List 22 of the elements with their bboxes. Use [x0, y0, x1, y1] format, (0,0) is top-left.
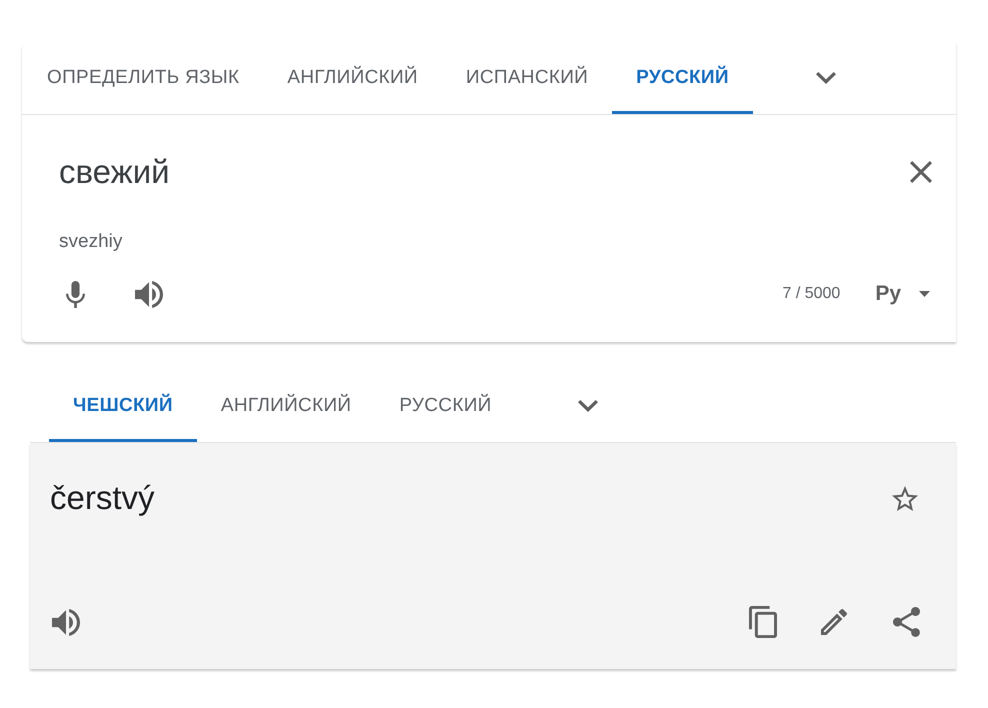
speaker-icon[interactable] — [135, 280, 163, 308]
dropdown-triangle-icon[interactable] — [919, 291, 930, 297]
input-tools-button[interactable]: Ру — [875, 282, 901, 306]
chevron-down-icon[interactable] — [578, 400, 598, 412]
chevron-down-icon[interactable] — [816, 72, 836, 84]
microphone-icon[interactable] — [66, 280, 85, 308]
language-tab[interactable]: АНГЛИЙСКИЙ — [263, 42, 442, 114]
pencil-icon[interactable] — [821, 609, 847, 635]
language-tab[interactable]: РУССКИЙ — [375, 370, 516, 442]
translation-text: čerstvý — [50, 478, 155, 518]
source-text[interactable]: свежий — [59, 152, 170, 192]
close-icon[interactable] — [910, 161, 932, 183]
transliteration: svezhiy — [59, 230, 124, 254]
language-tab[interactable]: АНГЛИЙСКИЙ — [196, 370, 376, 442]
copy-icon[interactable] — [749, 606, 777, 638]
language-tab[interactable]: РУССКИЙ — [612, 42, 753, 114]
share-icon[interactable] — [893, 607, 920, 637]
character-count: 7 / 5000 — [782, 285, 840, 303]
language-tab[interactable]: ОПРЕДЕЛИТЬ ЯЗЫК — [23, 42, 264, 114]
language-tab[interactable]: ИСПАНСКИЙ — [442, 42, 612, 114]
speaker-icon[interactable] — [52, 608, 80, 636]
star-icon[interactable] — [892, 486, 918, 510]
